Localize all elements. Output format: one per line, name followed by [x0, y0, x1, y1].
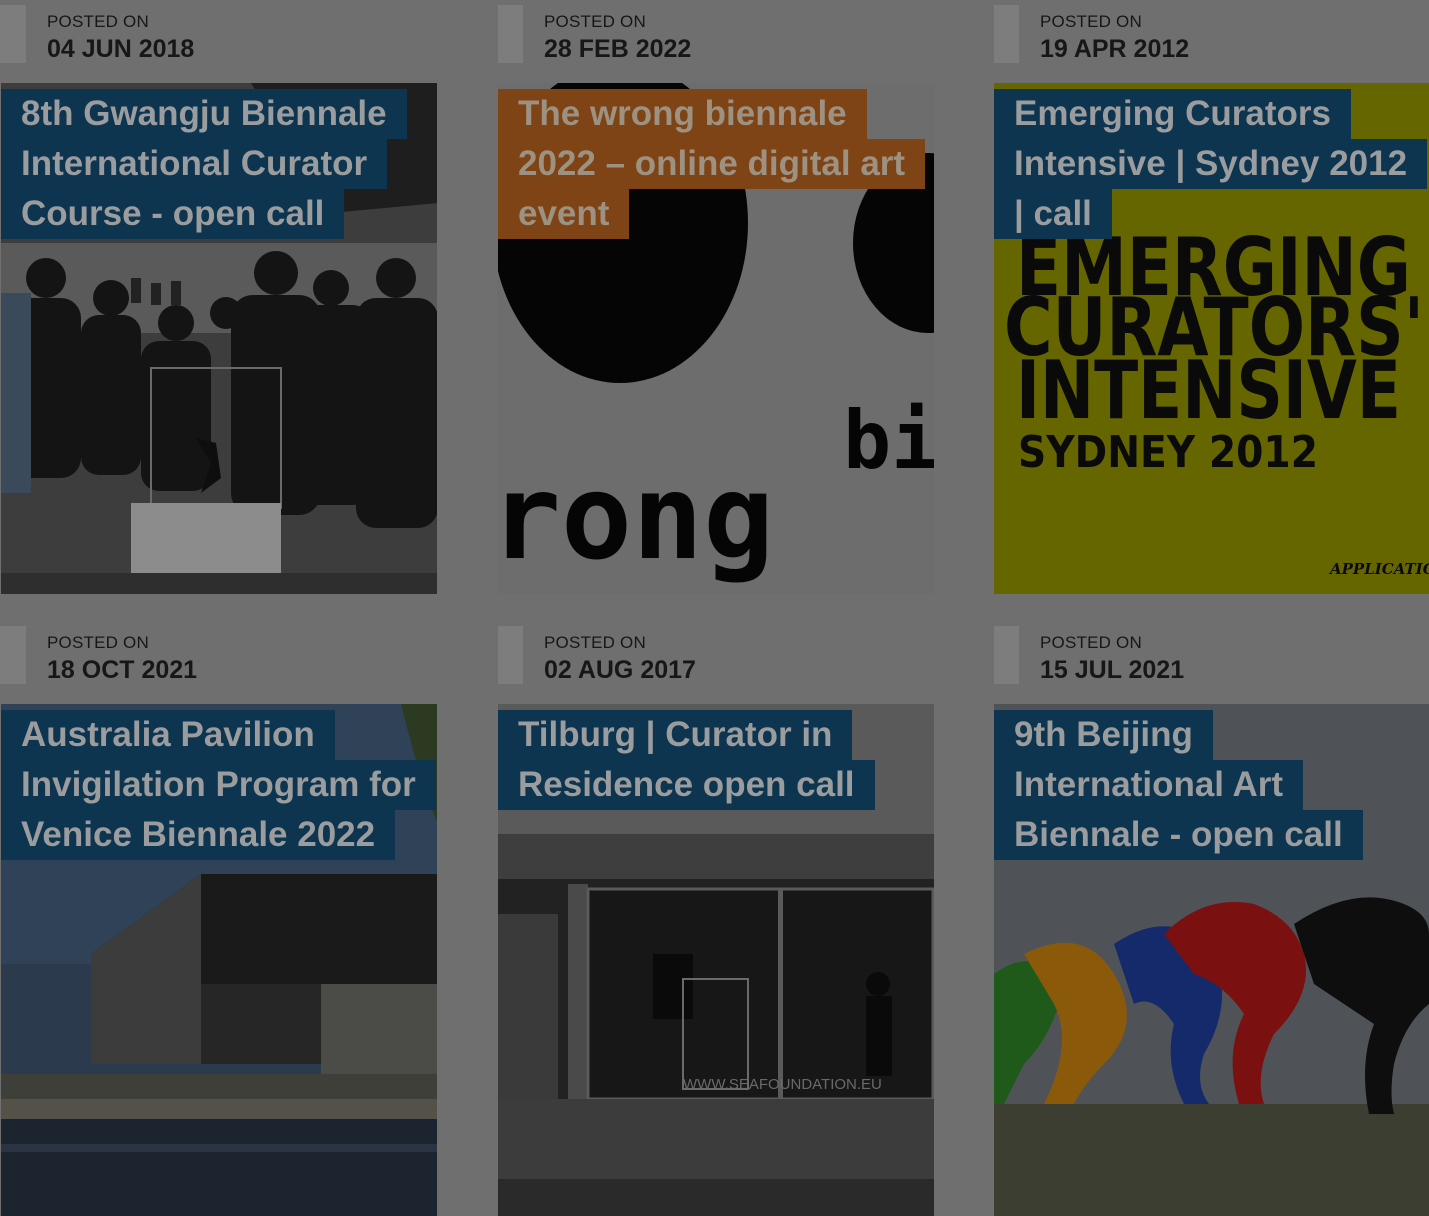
meta-accent-bar [498, 626, 523, 684]
posted-on-label: POSTED ON [544, 12, 646, 31]
posted-on-label: POSTED ON [1040, 633, 1142, 652]
title-line[interactable]: Tilburg | Curator in [498, 710, 853, 760]
title-line[interactable]: International Curator [1, 139, 388, 189]
post-card[interactable]: POSTED ON 02 AUG 2017 WWW.SEAFOUNDATION.… [498, 621, 934, 1216]
post-title[interactable]: The wrong biennale 2022 – online digital… [498, 89, 926, 239]
title-line[interactable]: Biennale - open call [994, 810, 1363, 860]
meta-accent-bar [0, 5, 26, 63]
post-title[interactable]: Australia Pavilion Invigilation Program … [1, 710, 436, 860]
post-card[interactable]: POSTED ON 28 FEB 2022 rong bi The wrong … [498, 0, 934, 594]
poster-line: INTENSIVE [1016, 344, 1401, 437]
title-line[interactable]: | call [994, 189, 1112, 239]
post-meta: POSTED ON 15 JUL 2021 [994, 621, 1429, 704]
post-title[interactable]: Tilburg | Curator in Residence open call [498, 710, 875, 810]
title-line[interactable]: 9th Beijing [994, 710, 1213, 760]
post-title[interactable]: 9th Beijing International Art Biennale -… [994, 710, 1363, 860]
post-thumbnail[interactable]: 8th Gwangju Biennale International Curat… [1, 83, 437, 594]
meta-accent-bar [498, 5, 523, 63]
post-card[interactable]: POSTED ON 19 APR 2012 EMERGING CURATORS'… [994, 0, 1429, 594]
post-meta: POSTED ON 18 OCT 2021 [0, 621, 437, 704]
post-card[interactable]: POSTED ON 04 JUN 2018 8th Gwangju Bienna… [0, 0, 437, 594]
poster-year: SYDNEY 2012 [1018, 427, 1318, 478]
title-line[interactable]: Residence open call [498, 760, 875, 810]
title-line[interactable]: 2022 – online digital art [498, 139, 926, 189]
post-meta: POSTED ON 04 JUN 2018 [0, 0, 437, 83]
post-card[interactable]: POSTED ON 15 JUL 2021 9th Beijing Intern… [994, 621, 1429, 1216]
title-line[interactable]: International Art [994, 760, 1303, 810]
meta-accent-bar [994, 626, 1019, 684]
post-meta: POSTED ON 19 APR 2012 [994, 0, 1429, 83]
wrong-logo-superscript: bi [843, 394, 934, 487]
post-date: 04 JUN 2018 [47, 35, 195, 63]
posted-on-label: POSTED ON [544, 633, 646, 652]
posted-on-label: POSTED ON [1040, 12, 1142, 31]
window-lettering: WWW.SEAFOUNDATION.EU [683, 1076, 882, 1093]
title-line[interactable]: Invigilation Program for [1, 760, 436, 810]
post-date: 18 OCT 2021 [47, 656, 198, 684]
post-thumbnail[interactable]: rong bi The wrong biennale 2022 – online… [498, 83, 934, 594]
title-line[interactable]: The wrong biennale [498, 89, 867, 139]
title-line[interactable]: Course - open call [1, 189, 345, 239]
poster-corner-text: APPLICATION [1328, 560, 1429, 578]
post-date: 28 FEB 2022 [544, 35, 692, 63]
posted-on-label: POSTED ON [47, 12, 149, 31]
post-thumbnail[interactable]: 9th Beijing International Art Biennale -… [994, 704, 1429, 1216]
title-line[interactable]: event [498, 189, 630, 239]
post-card[interactable]: POSTED ON 18 OCT 2021 Australia Pavilion… [0, 621, 437, 1216]
post-thumbnail[interactable]: WWW.SEAFOUNDATION.EU Tilburg | Curator i… [498, 704, 934, 1216]
post-title[interactable]: Emerging Curators Intensive | Sydney 201… [994, 89, 1428, 239]
post-date: 15 JUL 2021 [1040, 656, 1185, 684]
post-title[interactable]: 8th Gwangju Biennale International Curat… [1, 89, 407, 239]
post-thumbnail[interactable]: Australia Pavilion Invigilation Program … [1, 704, 437, 1216]
post-meta: POSTED ON 02 AUG 2017 [498, 621, 934, 704]
post-thumbnail[interactable]: EMERGING CURATORS' INTENSIVE SYDNEY 2012… [994, 83, 1429, 594]
title-line[interactable]: Australia Pavilion [1, 710, 335, 760]
title-line[interactable]: 8th Gwangju Biennale [1, 89, 407, 139]
post-meta: POSTED ON 28 FEB 2022 [498, 0, 934, 83]
post-date: 19 APR 2012 [1040, 35, 1190, 63]
post-date: 02 AUG 2017 [544, 656, 696, 684]
title-line[interactable]: Intensive | Sydney 2012 [994, 139, 1428, 189]
meta-accent-bar [994, 5, 1019, 63]
meta-accent-bar [0, 626, 26, 684]
title-line[interactable]: Venice Biennale 2022 [1, 810, 396, 860]
wrong-logo-text: rong [498, 448, 774, 586]
posted-on-label: POSTED ON [47, 633, 149, 652]
title-line[interactable]: Emerging Curators [994, 89, 1351, 139]
